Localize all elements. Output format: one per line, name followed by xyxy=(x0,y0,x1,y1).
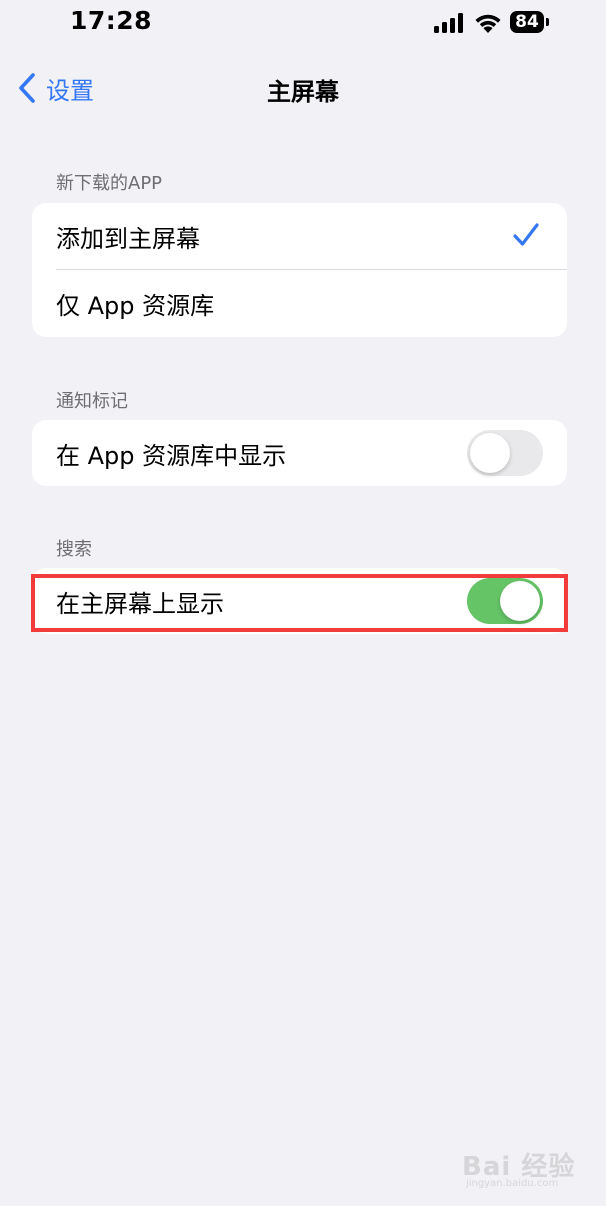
section-header-search: 搜索 xyxy=(56,539,92,560)
show-on-home-screen-toggle[interactable] xyxy=(467,578,543,624)
row-show-in-app-library: 在 App 资源库中显示 xyxy=(32,420,567,486)
status-time: 17:28 xyxy=(70,6,153,35)
battery-cap xyxy=(546,18,549,26)
watermark-sub: jingyan.baidu.com xyxy=(466,1178,559,1189)
row-label: 在 App 资源库中显示 xyxy=(56,441,287,470)
cellular-signal-icon xyxy=(434,13,463,33)
section-header-new-downloads: 新下载的APP xyxy=(56,173,163,194)
battery-level: 84 xyxy=(510,11,544,33)
wifi-icon xyxy=(475,14,501,33)
page-title: 主屏幕 xyxy=(267,78,339,106)
toggle-knob xyxy=(470,433,510,473)
option-add-to-home-screen[interactable]: 添加到主屏幕 xyxy=(32,203,567,270)
section-header-badges: 通知标记 xyxy=(56,391,128,412)
group-new-downloads: 添加到主屏幕 仅 App 资源库 xyxy=(32,203,567,337)
checkmark-icon xyxy=(513,223,539,246)
group-badges: 在 App 资源库中显示 xyxy=(32,420,567,486)
row-label: 在主屏幕上显示 xyxy=(56,589,224,618)
option-app-library-only[interactable]: 仅 App 资源库 xyxy=(32,270,567,337)
battery-icon: 84 xyxy=(510,11,550,33)
show-in-app-library-toggle[interactable] xyxy=(467,430,543,476)
watermark-logo: Bai 经验 jingyan.baidu.com xyxy=(462,1138,582,1194)
toggle-knob xyxy=(500,581,540,621)
option-label: 仅 App 资源库 xyxy=(56,292,215,320)
option-label: 添加到主屏幕 xyxy=(56,225,200,253)
group-search: 在主屏幕上显示 xyxy=(32,568,567,634)
row-show-on-home-screen: 在主屏幕上显示 xyxy=(32,568,567,634)
navigation-bar: 设置 主屏幕 xyxy=(0,62,606,114)
status-bar: 17:28 84 xyxy=(0,0,606,46)
